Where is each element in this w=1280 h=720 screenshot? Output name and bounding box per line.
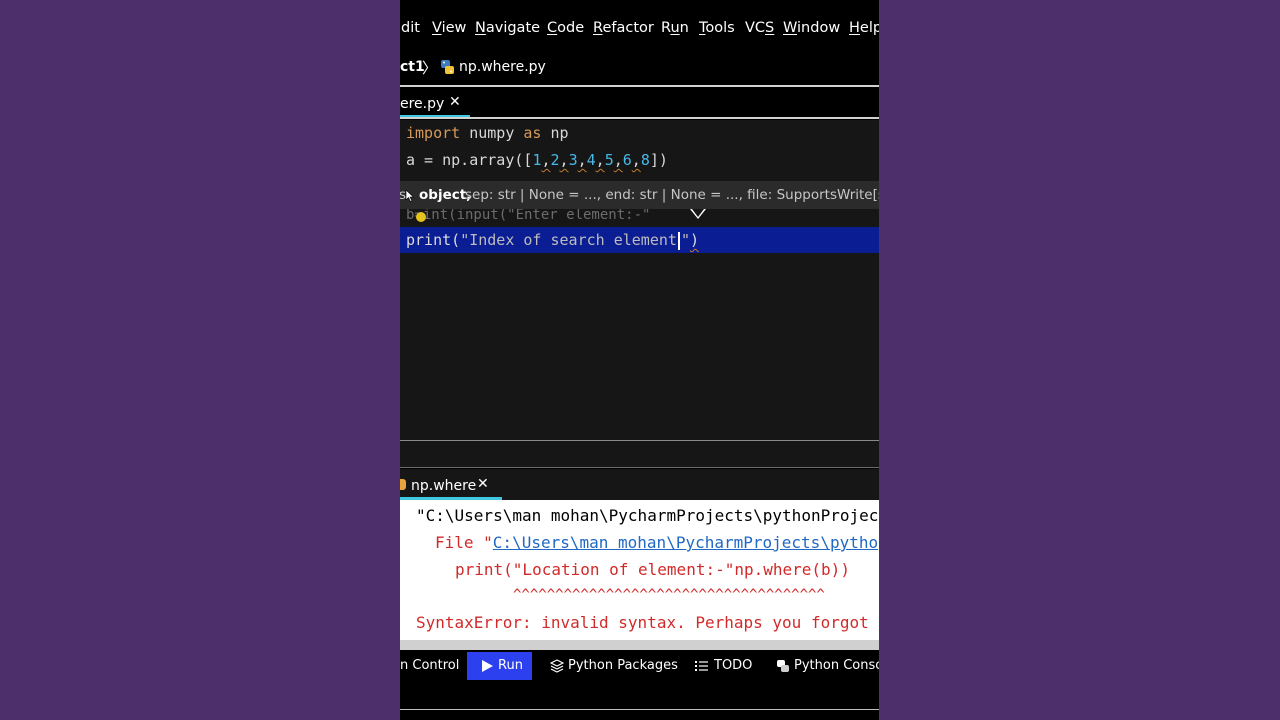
python-console-icon [777, 660, 789, 672]
console-line-file: File "C:\Users\man mohan\PycharmProjects… [435, 533, 879, 552]
close-icon[interactable]: ✕ [477, 476, 489, 492]
tool-python-packages[interactable]: Python Packages [550, 652, 680, 680]
python-file-icon [441, 60, 454, 74]
code-line-print[interactable]: print("Index of search element ") [406, 227, 699, 253]
divider [400, 85, 879, 87]
run-console-output[interactable]: "C:\Users\man mohan\PycharmProjects\pyth… [400, 500, 879, 640]
menu-navigate[interactable]: Navigate [475, 20, 540, 36]
menu-run[interactable]: Run [661, 20, 689, 36]
menu-code[interactable]: Code [547, 20, 584, 36]
status-bar [400, 680, 879, 710]
breadcrumb: ct1 〉 np.where.py [400, 50, 879, 85]
console-file-link[interactable]: C:\Users\man mohan\PycharmProjects\pytho [493, 533, 878, 552]
menu-vcs[interactable]: VCS [745, 20, 774, 36]
panel-splitter[interactable] [400, 441, 879, 467]
menu-refactor[interactable]: Refactor [593, 20, 654, 36]
text-caret [677, 231, 680, 250]
menu-edit[interactable]: dit [401, 20, 420, 36]
editor-tab-np-where[interactable]: ere.py ✕ [400, 88, 470, 118]
console-line-error: SyntaxError: invalid syntax. Perhaps you… [416, 613, 869, 632]
divider [400, 117, 879, 119]
breadcrumb-file[interactable]: np.where.py [459, 59, 546, 75]
code-editor[interactable]: import numpy as np a = np.array([1,2,3,4… [400, 120, 879, 440]
menu-help[interactable]: Help [849, 20, 879, 36]
horizontal-scrollbar[interactable] [400, 640, 879, 650]
parameter-info-popup: s object, sep: str | None = ..., end: st… [400, 181, 879, 209]
console-line-command: "C:\Users\man mohan\PycharmProjects\pyth… [416, 506, 879, 525]
menu-tools[interactable]: Tools [699, 20, 735, 36]
breadcrumb-separator: 〉 [422, 59, 438, 77]
code-line-import[interactable]: import numpy as np [406, 120, 569, 146]
current-line-highlight: print("Index of search element ") [400, 227, 879, 253]
lightbulb-icon[interactable] [416, 212, 426, 222]
run-tab-bar: np.where ✕ [400, 469, 879, 500]
console-line-carets: ^^^^^^^^^^^^^^^^^^^^^^^^^^^^^^^^^^^^^ [513, 587, 825, 603]
pycharm-window: dit View Navigate Code Refactor Run Tool… [400, 0, 879, 720]
tool-todo[interactable]: TODO [695, 652, 755, 680]
editor-tab-label: ere.py [400, 96, 445, 112]
code-line-array[interactable]: a = np.array([1,2,3,4,5,6,8]) [406, 147, 668, 173]
list-icon [695, 661, 708, 671]
param-info-signature: sep: str | None = ..., end: str | None =… [465, 187, 879, 203]
divider [400, 467, 879, 468]
python-run-icon [400, 479, 406, 490]
menu-bar: dit View Navigate Code Refactor Run Tool… [400, 10, 879, 48]
menu-view[interactable]: View [432, 20, 466, 36]
menu-window[interactable]: Window [783, 20, 840, 36]
mouse-cursor-icon [405, 190, 415, 202]
layers-icon [550, 659, 564, 673]
play-icon [482, 660, 493, 672]
tool-version-control[interactable]: n Control [400, 652, 466, 680]
editor-tab-bar: ere.py ✕ [400, 88, 879, 118]
tool-run[interactable]: Run [467, 652, 532, 680]
tooltip-arrow-inner [692, 209, 704, 217]
tool-python-console[interactable]: Python Console [776, 652, 879, 680]
console-line-code: print("Location of element:-"np.where(b)… [455, 560, 850, 579]
divider [400, 709, 879, 710]
tool-window-bar: n Control Run Python Packages TODO Pytho… [400, 652, 879, 680]
param-info-bold: object, [419, 187, 472, 203]
close-icon[interactable]: ✕ [449, 94, 461, 110]
run-tab-label[interactable]: np.where [411, 478, 476, 494]
